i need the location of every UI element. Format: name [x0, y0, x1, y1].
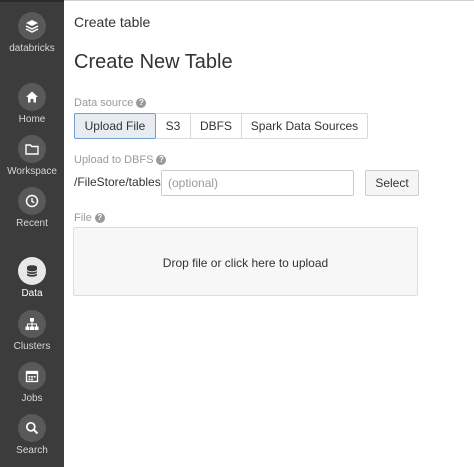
sidebar-item-label: Recent [16, 218, 48, 229]
sidebar-item-search[interactable]: Search [0, 414, 64, 456]
file-label-row: File ? [74, 212, 105, 224]
dbfs-path-prefix: /FileStore/tables/ [74, 175, 165, 189]
file-dropzone[interactable]: Drop file or click here to upload [73, 227, 418, 296]
help-icon[interactable]: ? [136, 98, 147, 108]
clock-icon [18, 187, 46, 215]
upload-dbfs-label-row: Upload to DBFS ? [74, 154, 167, 166]
data-source-label-row: Data source ? [74, 97, 147, 109]
sidebar: databricks Home Workspace Recent Data Cl… [0, 0, 64, 467]
upload-dbfs-label: Upload to DBFS [74, 154, 154, 166]
sidebar-item-clusters[interactable]: Clusters [0, 310, 64, 352]
search-icon [18, 414, 46, 442]
select-button[interactable]: Select [365, 170, 419, 196]
sidebar-item-jobs[interactable]: Jobs [0, 362, 64, 404]
sidebar-item-recent[interactable]: Recent [0, 187, 64, 229]
calendar-icon [18, 362, 46, 390]
sidebar-item-label: Search [16, 445, 48, 456]
sidebar-item-label: Jobs [21, 393, 43, 404]
file-label: File [74, 212, 92, 224]
help-icon[interactable]: ? [156, 155, 167, 165]
tab-spark-data-sources[interactable]: Spark Data Sources [242, 113, 368, 139]
main-content: Create table Create New Table Data sourc… [64, 0, 474, 467]
app-window: databricks Home Workspace Recent Data Cl… [0, 0, 474, 467]
help-icon[interactable]: ? [94, 213, 105, 223]
sidebar-item-home[interactable]: Home [0, 83, 64, 125]
sidebar-item-data[interactable]: Data [0, 257, 64, 299]
page-title: Create table [74, 14, 151, 30]
tab-upload-file[interactable]: Upload File [74, 113, 156, 139]
dbfs-path-input[interactable] [161, 170, 354, 196]
sidebar-item-label: Home [18, 114, 46, 125]
sidebar-item-label: Clusters [13, 341, 51, 352]
data-source-tabs: Upload File S3 DBFS Spark Data Sources [74, 113, 368, 139]
home-icon [18, 83, 46, 111]
sidebar-item-label: Data [21, 288, 43, 299]
databricks-logo-icon [18, 12, 46, 40]
sidebar-brand-label: databricks [9, 43, 55, 54]
create-table-heading: Create New Table [74, 51, 233, 73]
data-source-label: Data source [74, 97, 134, 109]
database-icon [18, 257, 46, 285]
folder-icon [18, 135, 46, 163]
sidebar-item-label: Workspace [7, 166, 57, 177]
tab-s3[interactable]: S3 [156, 113, 191, 139]
sidebar-brand[interactable]: databricks [0, 12, 64, 54]
tab-dbfs[interactable]: DBFS [191, 113, 242, 139]
dropzone-text: Drop file or click here to upload [162, 256, 329, 270]
clusters-icon [18, 310, 46, 338]
sidebar-item-workspace[interactable]: Workspace [0, 135, 64, 177]
